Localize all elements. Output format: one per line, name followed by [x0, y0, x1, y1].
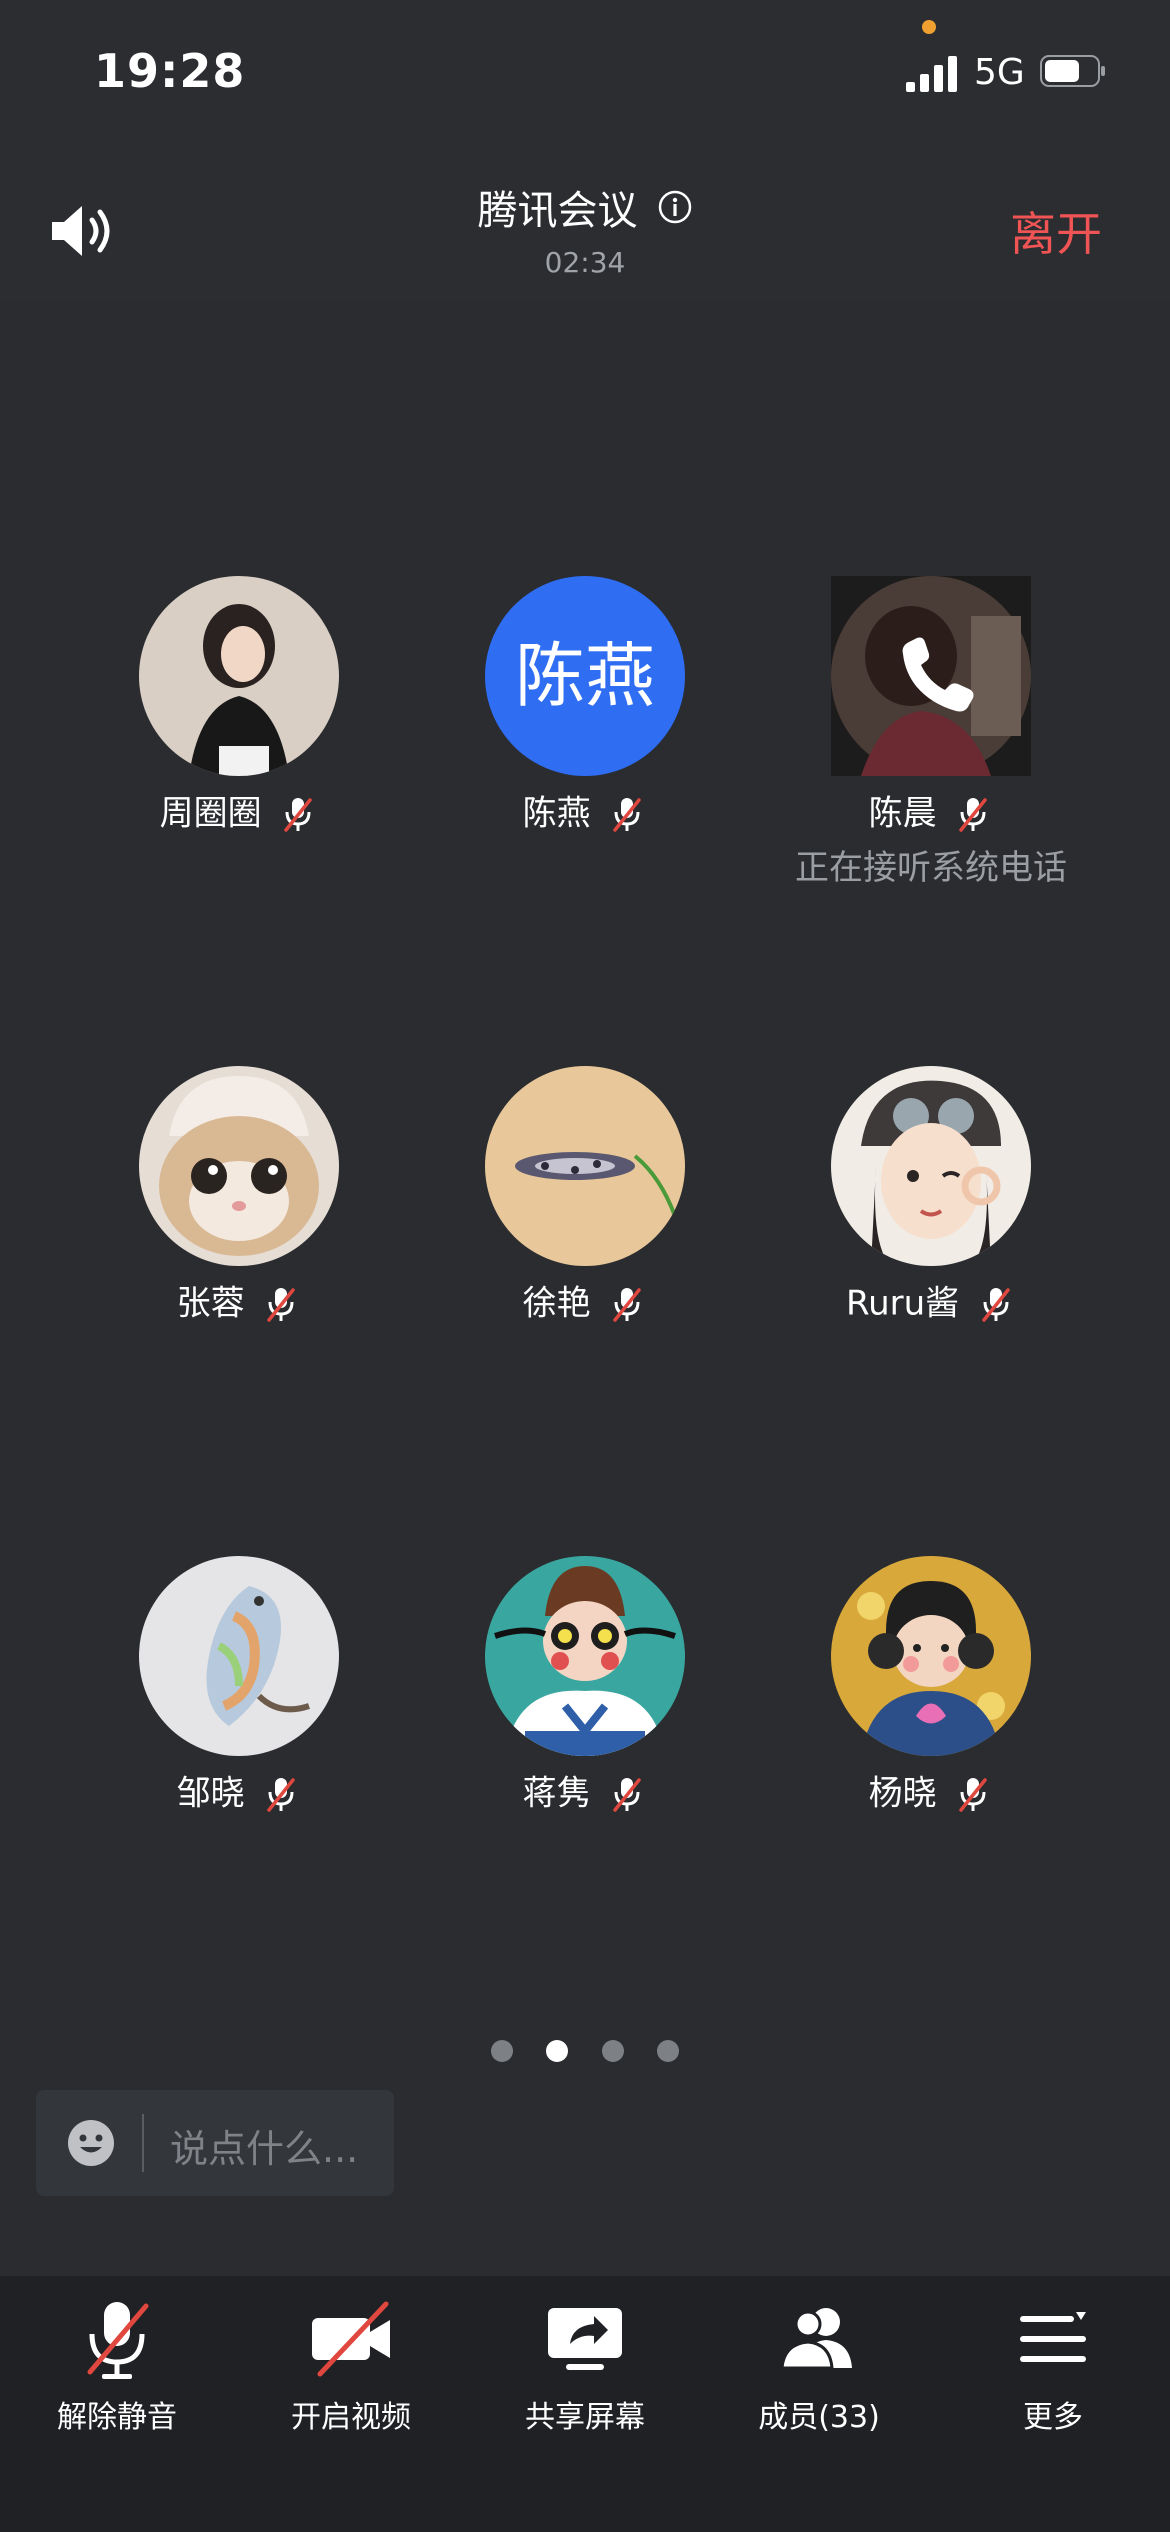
more-button[interactable]: 更多 [936, 2276, 1170, 2436]
avatar-initials: 陈燕 [515, 635, 655, 717]
unmute-label: 解除静音 [57, 2400, 177, 2435]
share-screen-label: 共享屏幕 [525, 2400, 645, 2435]
meeting-header: 腾讯会议 02:34 离开 [0, 150, 1170, 300]
page-dot[interactable] [601, 2040, 624, 2062]
participant-name-row: Ruru酱 [758, 1280, 1104, 1324]
avatar [831, 1066, 1031, 1266]
chat-input[interactable]: 说点什么... [36, 2090, 394, 2196]
participant-name: 邹晓 [176, 1773, 245, 1814]
mic-muted-icon [267, 1287, 296, 1322]
meeting-title-area[interactable]: 腾讯会议 [0, 178, 1170, 236]
page-dot[interactable] [656, 2040, 679, 2062]
participant-name-row: 杨晓 [758, 1770, 1104, 1814]
participant-name: 杨晓 [868, 1773, 937, 1814]
video-off-icon [312, 2301, 390, 2377]
participant-tile[interactable]: 周圈圈 [66, 576, 412, 834]
participant-name-row: 周圈圈 [66, 790, 412, 834]
mic-muted-icon [267, 1777, 296, 1812]
avatar [831, 1556, 1031, 1756]
avatar: 陈燕 [485, 576, 685, 776]
emoji-icon[interactable] [66, 2118, 116, 2168]
status-bar: 19:28 5G [0, 0, 1170, 150]
participant-name-row: 张蓉 [66, 1280, 412, 1324]
participant-tile[interactable]: 杨晓 [758, 1556, 1104, 1814]
participant-name-row: 陈燕 [412, 790, 758, 834]
more-label: 更多 [1023, 2400, 1083, 2435]
participant-name: 周圈圈 [159, 793, 262, 834]
mic-muted-icon [959, 797, 988, 832]
members-button[interactable]: 成员(33) [702, 2276, 936, 2436]
mic-off-icon [87, 2302, 149, 2379]
mic-muted-icon [959, 1777, 988, 1812]
mic-muted-icon [613, 1287, 642, 1322]
participant-tile[interactable]: 蒋隽 [412, 1556, 758, 1814]
share-screen-button[interactable]: 共享屏幕 [468, 2276, 702, 2436]
participant-name: 徐艳 [522, 1283, 591, 1324]
avatar [139, 1556, 339, 1756]
participant-grid: 周圈圈 陈燕 陈燕 陈晨 正在接听系统电话 张蓉 徐艳 Ruru酱 邹晓 蒋隽 … [0, 300, 1170, 2000]
participant-tile[interactable]: 陈晨 正在接听系统电话 [758, 576, 1104, 889]
status-time: 19:28 [94, 44, 246, 98]
avatar [485, 1556, 685, 1756]
avatar [139, 576, 339, 776]
participant-name-row: 蒋隽 [412, 1770, 758, 1814]
more-menu-icon [1020, 2312, 1086, 2362]
participant-name-row: 陈晨 [758, 790, 1104, 834]
page-indicator[interactable] [0, 2040, 1170, 2066]
unmute-button[interactable]: 解除静音 [0, 2276, 234, 2436]
network-type: 5G [974, 52, 1025, 93]
participant-name: 张蓉 [176, 1283, 245, 1324]
info-icon[interactable] [657, 189, 693, 225]
meeting-title: 腾讯会议 [477, 188, 638, 234]
participant-name-row: 徐艳 [412, 1280, 758, 1324]
chat-divider [142, 2114, 144, 2172]
mic-muted-icon [613, 797, 642, 832]
page-dot[interactable] [491, 2040, 514, 2062]
participant-name: 陈晨 [868, 793, 937, 834]
bottom-toolbar: 解除静音 开启视频 共享屏幕 成员(33) 更多 [0, 2276, 1170, 2532]
battery-icon [1040, 55, 1105, 87]
participant-name: Ruru酱 [846, 1283, 960, 1324]
start-video-button[interactable]: 开启视频 [234, 2276, 468, 2436]
members-label: 成员(33) [758, 2400, 880, 2435]
cellular-signal-icon [906, 56, 957, 92]
mic-muted-icon [284, 797, 313, 832]
privacy-indicator [922, 20, 936, 34]
mic-muted-icon [613, 1777, 642, 1812]
page-dot-active[interactable] [546, 2040, 569, 2062]
leave-button[interactable]: 离开 [1010, 198, 1102, 264]
participant-tile[interactable]: 张蓉 [66, 1066, 412, 1324]
participant-tile[interactable]: Ruru酱 [758, 1066, 1104, 1324]
start-video-label: 开启视频 [291, 2400, 411, 2435]
avatar [139, 1066, 339, 1266]
members-icon [780, 2308, 852, 2370]
participant-name: 蒋隽 [522, 1773, 591, 1814]
participant-status: 正在接听系统电话 [795, 848, 1067, 888]
chat-placeholder: 说点什么... [170, 2127, 359, 2171]
participant-tile[interactable]: 陈燕 陈燕 [412, 576, 758, 834]
share-screen-icon [548, 2308, 622, 2370]
avatar [485, 1066, 685, 1266]
participant-tile[interactable]: 徐艳 [412, 1066, 758, 1324]
mic-muted-icon [982, 1287, 1010, 1322]
participant-name: 陈燕 [522, 793, 591, 834]
meeting-timer: 02:34 [544, 246, 626, 279]
avatar [831, 576, 1031, 776]
participant-tile[interactable]: 邹晓 [66, 1556, 412, 1814]
participant-name-row: 邹晓 [66, 1770, 412, 1814]
